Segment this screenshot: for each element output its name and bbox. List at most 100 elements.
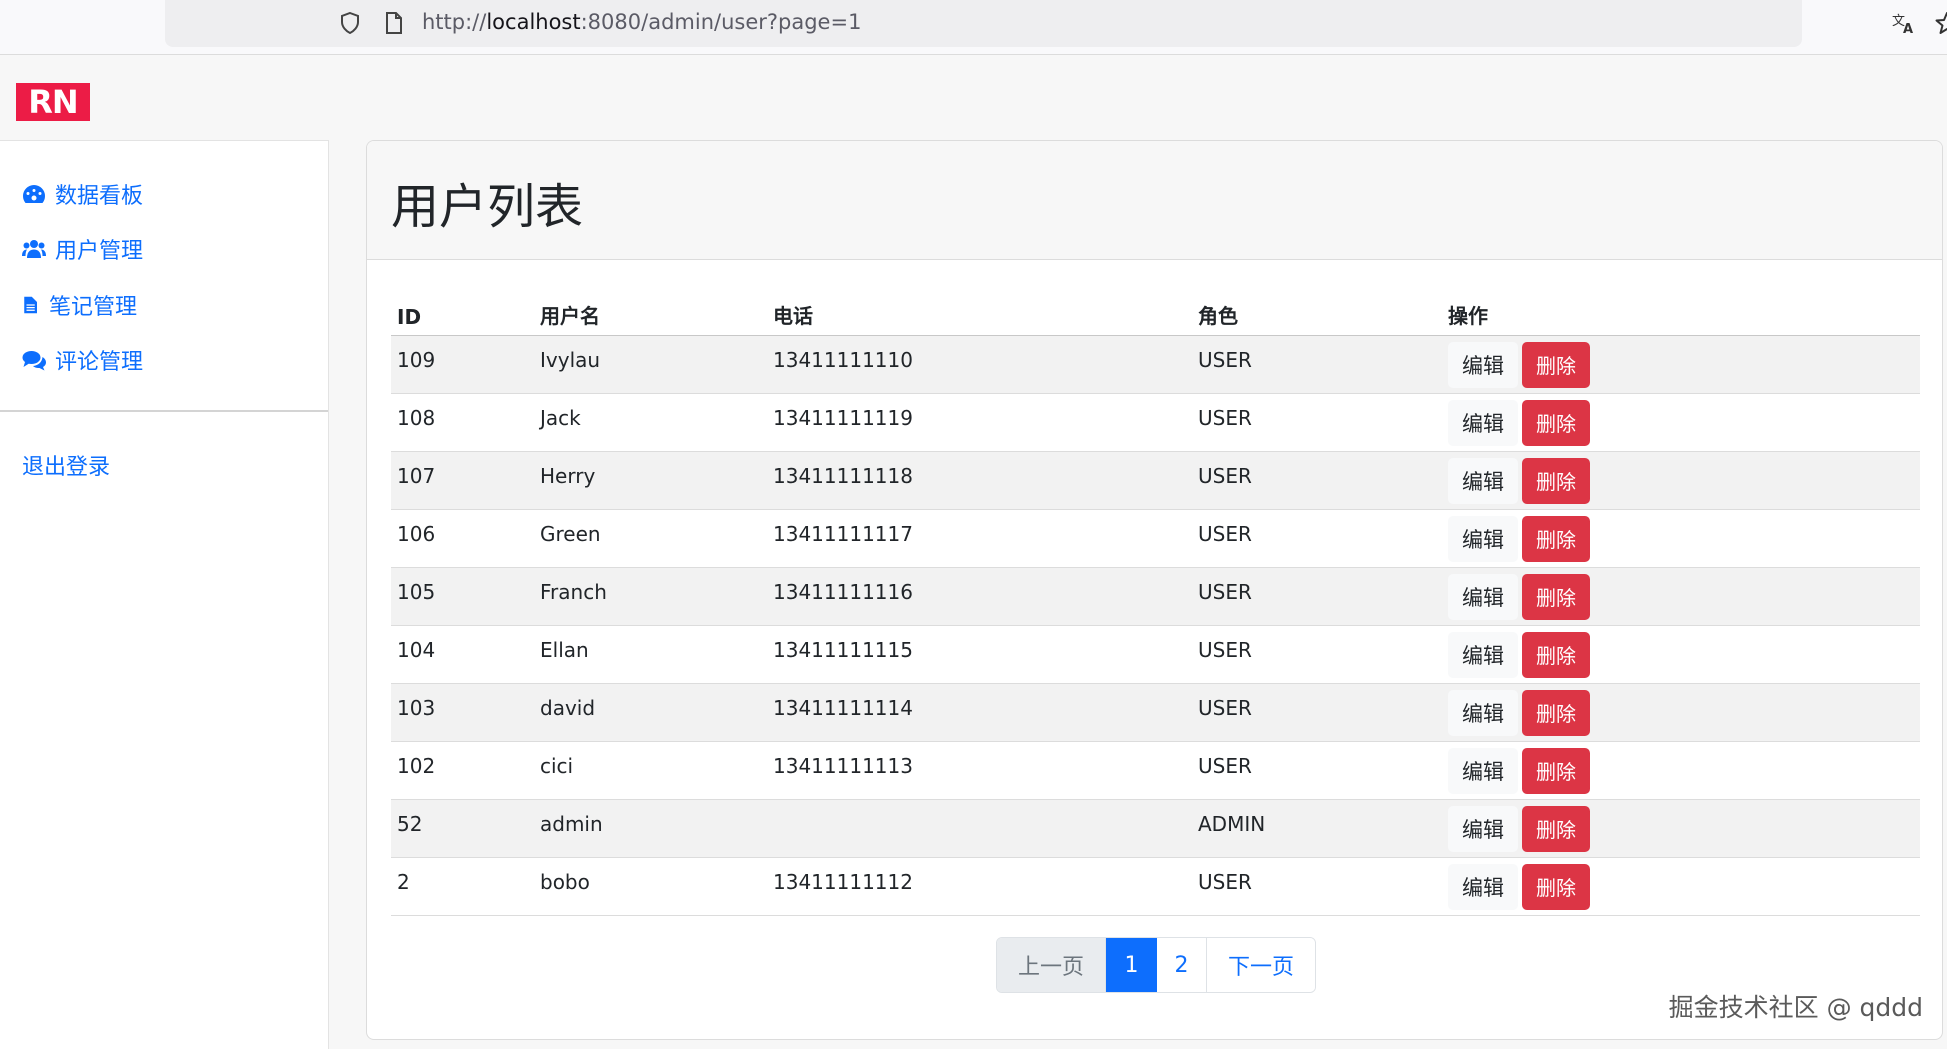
edit-button[interactable]: 编辑 — [1448, 748, 1518, 794]
cell-username: bobo — [534, 857, 767, 916]
delete-button[interactable]: 删除 — [1522, 458, 1590, 504]
cell-id: 104 — [391, 625, 534, 684]
edit-button[interactable]: 编辑 — [1448, 690, 1518, 736]
column-header-role: 角色 — [1192, 289, 1442, 336]
pagination-page-1[interactable]: 1 — [1106, 938, 1157, 992]
cell-id: 105 — [391, 567, 534, 626]
delete-button[interactable]: 删除 — [1522, 632, 1590, 678]
cell-role: USER — [1192, 451, 1442, 510]
page-title: 用户列表 — [391, 179, 584, 235]
cell-phone — [767, 799, 1192, 858]
column-header-id: ID — [391, 289, 534, 336]
cell-username: Herry — [534, 451, 767, 510]
column-header-actions: 操作 — [1442, 289, 1920, 336]
cell-actions: 编辑 删除 — [1442, 567, 1920, 626]
delete-button[interactable]: 删除 — [1522, 806, 1590, 852]
cell-username: Franch — [534, 567, 767, 626]
cell-role: ADMIN — [1192, 799, 1442, 858]
comments-icon — [22, 351, 46, 371]
cell-username: Green — [534, 509, 767, 568]
sidebar: 数据看板 用户管理 笔记管理 评论管理 退出登录 — [0, 140, 329, 1049]
cell-username: Jack — [534, 393, 767, 452]
edit-button[interactable]: 编辑 — [1448, 516, 1518, 562]
table-header-row: ID 用户名 电话 角色 操作 — [391, 289, 1920, 336]
edit-button[interactable]: 编辑 — [1448, 458, 1518, 504]
shield-icon[interactable] — [340, 12, 360, 34]
pagination-page-2[interactable]: 2 — [1157, 938, 1207, 992]
cell-phone: 13411111110 — [767, 335, 1192, 394]
user-list-card: 用户列表 ID 用户名 电话 角色 操作 109 Ivylau 1341111111… — [366, 140, 1943, 1040]
edit-button[interactable]: 编辑 — [1448, 806, 1518, 852]
table-row: 52 admin ADMIN 编辑 删除 — [391, 799, 1920, 858]
delete-button[interactable]: 删除 — [1522, 516, 1590, 562]
cell-username: david — [534, 683, 767, 742]
sidebar-item-label: 用户管理 — [55, 239, 144, 264]
column-header-username: 用户名 — [534, 289, 767, 336]
delete-button[interactable]: 删除 — [1522, 342, 1590, 388]
cell-actions: 编辑 删除 — [1442, 509, 1920, 568]
cell-role: USER — [1192, 335, 1442, 394]
table-row: 102 cici 13411111113 USER 编辑 删除 — [391, 741, 1920, 800]
cell-phone: 13411111117 — [767, 509, 1192, 568]
edit-button[interactable]: 编辑 — [1448, 342, 1518, 388]
cell-role: USER — [1192, 683, 1442, 742]
card-header: 用户列表 — [367, 141, 1942, 260]
dashboard-icon — [23, 185, 45, 203]
sidebar-item-comments[interactable]: 评论管理 — [22, 343, 143, 377]
cell-username: admin — [534, 799, 767, 858]
users-icon — [22, 240, 46, 258]
cell-phone: 13411111119 — [767, 393, 1192, 452]
page-icon[interactable] — [385, 12, 403, 34]
translate-icon[interactable]: 文A — [1891, 11, 1917, 35]
sidebar-item-label: 评论管理 — [55, 350, 144, 375]
cell-phone: 13411111112 — [767, 857, 1192, 916]
cell-id: 52 — [391, 799, 534, 858]
delete-button[interactable]: 删除 — [1522, 400, 1590, 446]
cell-actions: 编辑 删除 — [1442, 393, 1920, 452]
cell-actions: 编辑 删除 — [1442, 335, 1920, 394]
sidebar-item-users[interactable]: 用户管理 — [22, 232, 143, 266]
sidebar-item-label: 笔记管理 — [49, 295, 138, 320]
file-icon — [24, 296, 37, 314]
delete-button[interactable]: 删除 — [1522, 864, 1590, 910]
logout-link[interactable]: 退出登录 — [22, 448, 110, 482]
cell-username: cici — [534, 741, 767, 800]
app-logo[interactable]: RN — [16, 83, 90, 121]
sidebar-divider — [0, 410, 328, 412]
cell-phone: 13411111114 — [767, 683, 1192, 742]
url-text[interactable]: http://localhost:8080/admin/user?page=1 — [422, 10, 861, 34]
table-row: 103 david 13411111114 USER 编辑 删除 — [391, 683, 1920, 742]
cell-role: USER — [1192, 509, 1442, 568]
cell-id: 2 — [391, 857, 534, 916]
edit-button[interactable]: 编辑 — [1448, 864, 1518, 910]
cell-id: 103 — [391, 683, 534, 742]
pagination: 上一页 1 2 下一页 — [996, 937, 1316, 993]
edit-button[interactable]: 编辑 — [1448, 632, 1518, 678]
delete-button[interactable]: 删除 — [1522, 748, 1590, 794]
pagination-next[interactable]: 下一页 — [1207, 938, 1315, 992]
table-row: 109 Ivylau 13411111110 USER 编辑 删除 — [391, 335, 1920, 394]
cell-actions: 编辑 删除 — [1442, 625, 1920, 684]
edit-button[interactable]: 编辑 — [1448, 574, 1518, 620]
sidebar-item-notes[interactable]: 笔记管理 — [22, 288, 137, 322]
cell-username: Ivylau — [534, 335, 767, 394]
address-bar[interactable]: http://localhost:8080/admin/user?page=1 … — [165, 0, 1947, 47]
table-row: 108 Jack 13411111119 USER 编辑 删除 — [391, 393, 1920, 452]
cell-role: USER — [1192, 567, 1442, 626]
delete-button[interactable]: 删除 — [1522, 690, 1590, 736]
cell-username: Ellan — [534, 625, 767, 684]
edit-button[interactable]: 编辑 — [1448, 400, 1518, 446]
table-row: 104 Ellan 13411111115 USER 编辑 删除 — [391, 625, 1920, 684]
sidebar-item-dashboard[interactable]: 数据看板 — [22, 177, 143, 211]
cell-role: USER — [1192, 393, 1442, 452]
bookmark-star-icon[interactable] — [1934, 11, 1947, 35]
cell-id: 108 — [391, 393, 534, 452]
user-table: ID 用户名 电话 角色 操作 109 Ivylau 13411111110 USER… — [391, 289, 1920, 916]
delete-button[interactable]: 删除 — [1522, 574, 1590, 620]
cell-id: 109 — [391, 335, 534, 394]
cell-actions: 编辑 删除 — [1442, 857, 1920, 916]
svg-text:A: A — [1903, 22, 1913, 35]
table-row: 106 Green 13411111117 USER 编辑 删除 — [391, 509, 1920, 568]
pagination-prev[interactable]: 上一页 — [997, 938, 1106, 992]
table-row: 2 bobo 13411111112 USER 编辑 删除 — [391, 857, 1920, 916]
